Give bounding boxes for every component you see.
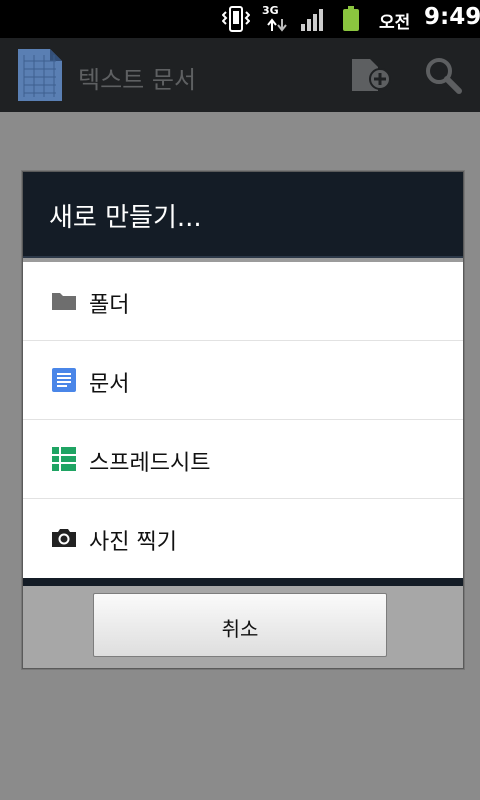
page-title: 텍스트 문서	[78, 66, 197, 94]
new-document-icon[interactable]	[348, 55, 392, 95]
clock: 9:49	[424, 4, 480, 30]
cancel-button-label: 취소	[221, 617, 259, 641]
docs-logo-icon[interactable]	[14, 47, 64, 103]
option-label: 사진 찍기	[89, 530, 177, 555]
dialog-footer: 취소	[23, 586, 463, 668]
option-label: 스프레드시트	[89, 451, 211, 476]
search-icon[interactable]	[424, 56, 462, 94]
status-bar: 3G 오전 9:49	[0, 0, 480, 38]
dialog-title: 새로 만들기...	[49, 203, 202, 233]
document-icon	[52, 368, 76, 392]
option-take-photo[interactable]: 사진 찍기	[23, 499, 463, 577]
dialog-divider	[23, 578, 463, 586]
dialog-options-list: 폴더 문서 스프레드시트 사진 찍기	[23, 262, 463, 578]
option-document[interactable]: 문서	[23, 341, 463, 420]
option-label: 문서	[89, 372, 130, 397]
cancel-button[interactable]: 취소	[93, 593, 387, 657]
spreadsheet-icon	[52, 447, 76, 471]
network-type-label: 3G	[262, 4, 279, 17]
vibrate-icon	[222, 6, 250, 32]
ampm-label: 오전	[379, 13, 411, 33]
folder-icon	[52, 293, 76, 310]
dialog-header: 새로 만들기...	[23, 172, 463, 258]
signal-icon	[301, 9, 323, 31]
option-label: 폴더	[89, 293, 130, 318]
option-folder[interactable]: 폴더	[23, 262, 463, 341]
option-spreadsheet[interactable]: 스프레드시트	[23, 420, 463, 499]
battery-icon	[343, 6, 359, 31]
camera-icon	[52, 529, 76, 547]
new-item-dialog: 새로 만들기... 폴더 문서 스프레드시트 사진 찍기 취소	[22, 171, 464, 669]
action-bar: 텍스트 문서	[0, 38, 480, 112]
network-3g-icon: 3G	[260, 4, 290, 34]
